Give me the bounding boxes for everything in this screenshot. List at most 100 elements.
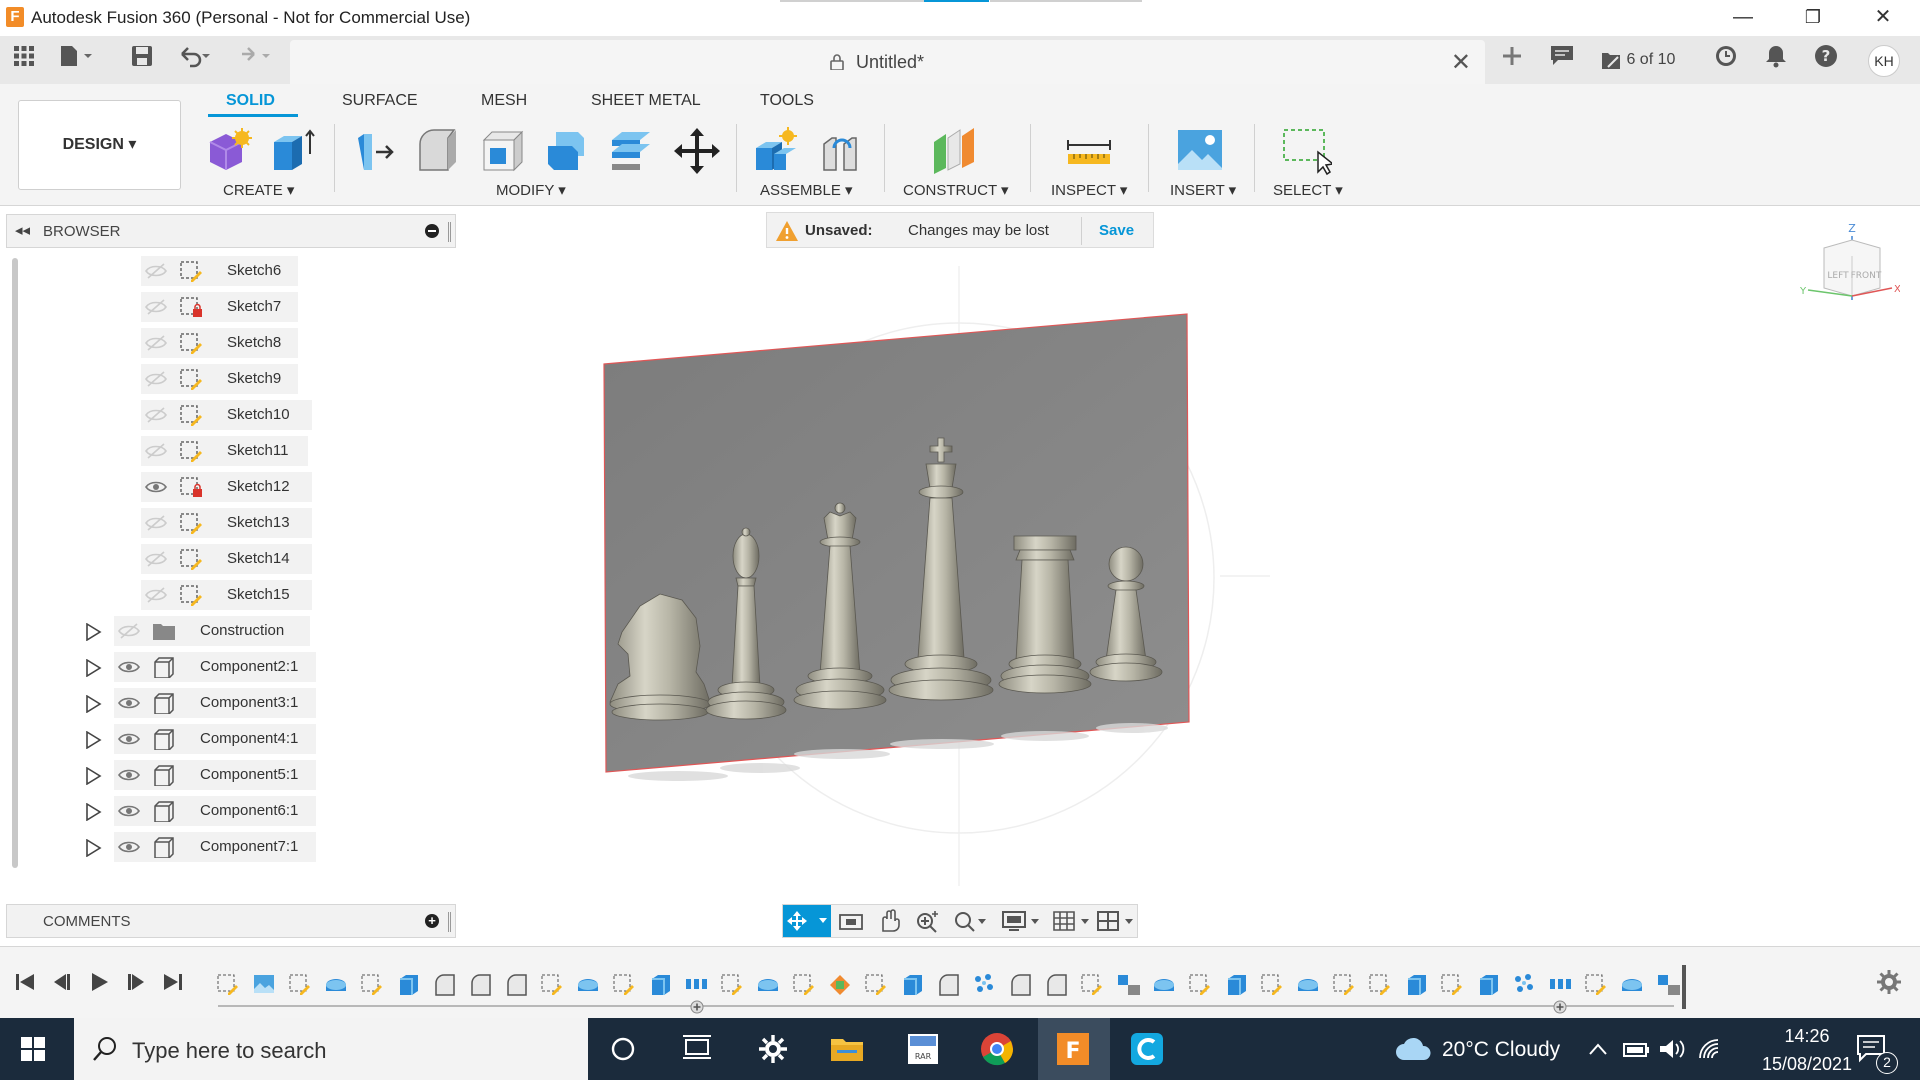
help-icon[interactable]: ?: [1810, 44, 1842, 76]
visibility-hidden-icon[interactable]: [145, 298, 167, 316]
visibility-hidden-icon[interactable]: [145, 334, 167, 352]
new-tab-plus-icon[interactable]: [1496, 44, 1528, 76]
new-component-assemble-icon[interactable]: [752, 126, 802, 176]
taskbar-search-box[interactable]: Type here to search: [74, 1018, 588, 1080]
wifi-icon[interactable]: [1696, 1038, 1722, 1060]
add-comment-button[interactable]: +: [425, 914, 439, 928]
cortana-circle-icon[interactable]: [604, 1030, 642, 1068]
visibility-visible-icon[interactable]: [118, 658, 140, 676]
battery-icon[interactable]: [1622, 1038, 1650, 1060]
cube-front-face[interactable]: FRONT: [1851, 271, 1882, 281]
timeline-features[interactable]: [214, 967, 1684, 1015]
tree-item-component2[interactable]: Component2:1: [114, 652, 316, 682]
cube-left-face[interactable]: LEFT: [1827, 271, 1849, 281]
chevron-up-icon[interactable]: [1588, 1040, 1608, 1058]
offset-face-icon[interactable]: [606, 126, 656, 176]
minimize-button[interactable]: —: [1720, 2, 1766, 32]
expand-triangle-icon[interactable]: [84, 623, 102, 641]
visibility-visible-icon[interactable]: [145, 478, 167, 496]
insert-group-label[interactable]: INSERT ▾: [1170, 181, 1236, 199]
pan-hand-icon[interactable]: [875, 909, 903, 933]
comments-chat-icon[interactable]: [1546, 44, 1578, 76]
user-avatar[interactable]: KH: [1868, 45, 1900, 77]
clock-history-icon[interactable]: [1710, 44, 1742, 76]
viewports-icon[interactable]: [1095, 909, 1135, 933]
restore-button[interactable]: ❐: [1790, 2, 1836, 32]
tree-item-sketch9[interactable]: Sketch9: [141, 364, 298, 394]
clock-date[interactable]: 15/08/2021: [1752, 1054, 1862, 1075]
fillet-icon[interactable]: [414, 126, 464, 176]
combine-icon[interactable]: [542, 126, 592, 176]
visibility-visible-icon[interactable]: [118, 802, 140, 820]
tree-item-component5[interactable]: Component5:1: [114, 760, 316, 790]
expand-triangle-icon[interactable]: [84, 731, 102, 749]
insert-image-icon[interactable]: [1176, 126, 1226, 176]
tab-tools[interactable]: TOOLS: [760, 92, 814, 110]
new-component-icon[interactable]: [204, 126, 254, 176]
browser-minimize-button[interactable]: [425, 224, 439, 238]
chrome-icon[interactable]: [978, 1030, 1016, 1068]
windows-start-icon[interactable]: [20, 1036, 46, 1062]
visibility-hidden-icon[interactable]: [145, 550, 167, 568]
tree-item-component3[interactable]: Component3:1: [114, 688, 316, 718]
visibility-hidden-icon[interactable]: [145, 406, 167, 424]
timeline-feature-icons[interactable]: [217, 974, 1680, 996]
comments-drag-handle[interactable]: [448, 912, 451, 932]
tree-item-sketch7[interactable]: Sketch7: [141, 292, 298, 322]
expand-triangle-icon[interactable]: [84, 695, 102, 713]
action-center-button[interactable]: 2: [1856, 1032, 1900, 1074]
view-cube[interactable]: Z LEFT FRONT X Y: [1800, 220, 1900, 320]
visibility-hidden-icon[interactable]: [118, 622, 140, 640]
visibility-hidden-icon[interactable]: [145, 586, 167, 604]
weather-label[interactable]: 20°C Cloudy: [1442, 1038, 1560, 1062]
window-select-icon[interactable]: [1282, 126, 1332, 176]
create-group-label[interactable]: CREATE ▾: [223, 181, 294, 199]
visibility-hidden-icon[interactable]: [145, 442, 167, 460]
task-view-icon[interactable]: [678, 1030, 716, 1068]
timeline-playhead[interactable]: [1682, 965, 1686, 1009]
save-icon[interactable]: [126, 44, 158, 76]
file-menu-icon[interactable]: [58, 44, 92, 76]
shell-icon[interactable]: [478, 126, 528, 176]
tab-sheet-metal[interactable]: SHEET METAL: [591, 92, 701, 110]
offset-plane-icon[interactable]: [930, 126, 980, 176]
joint-icon[interactable]: [816, 126, 866, 176]
tab-solid[interactable]: SOLID: [226, 92, 275, 110]
tree-item-sketch12[interactable]: Sketch12: [141, 472, 312, 502]
expand-triangle-icon[interactable]: [84, 839, 102, 857]
tree-item-sketch11[interactable]: Sketch11: [141, 436, 308, 466]
data-panel-grid-icon[interactable]: [8, 44, 40, 76]
winrar-icon[interactable]: RAR: [904, 1030, 942, 1068]
visibility-hidden-icon[interactable]: [145, 262, 167, 280]
display-settings-icon[interactable]: [1001, 909, 1041, 933]
tab-surface[interactable]: SURFACE: [342, 92, 418, 110]
tree-item-sketch15[interactable]: Sketch15: [141, 580, 312, 610]
cortex-app-icon[interactable]: [1128, 1030, 1166, 1068]
visibility-visible-icon[interactable]: [118, 838, 140, 856]
settings-gear-icon[interactable]: [754, 1030, 792, 1068]
visibility-hidden-icon[interactable]: [145, 514, 167, 532]
go-to-end-icon[interactable]: [160, 969, 186, 995]
clock-time[interactable]: 14:26: [1762, 1026, 1852, 1047]
browser-drag-handle[interactable]: [448, 222, 451, 242]
construct-group-label[interactable]: CONSTRUCT ▾: [903, 181, 1009, 199]
extrude-icon[interactable]: [266, 126, 316, 176]
document-tab[interactable]: Untitled* ✕: [290, 40, 1485, 84]
zoom-icon[interactable]: [913, 909, 941, 933]
visibility-hidden-icon[interactable]: [145, 370, 167, 388]
tree-item-sketch10[interactable]: Sketch10: [141, 400, 312, 430]
tree-item-sketch8[interactable]: Sketch8: [141, 328, 298, 358]
tree-item-component4[interactable]: Component4:1: [114, 724, 316, 754]
inspect-group-label[interactable]: INSPECT ▾: [1051, 181, 1127, 199]
tree-item-construction[interactable]: Construction: [114, 616, 310, 646]
expand-triangle-icon[interactable]: [84, 767, 102, 785]
timeline-group-marker-icon[interactable]: [690, 1000, 704, 1014]
browser-scrollbar[interactable]: [12, 258, 18, 868]
notifications-bell-icon[interactable]: [1760, 44, 1792, 76]
tree-item-component6[interactable]: Component6:1: [114, 796, 316, 826]
tab-mesh[interactable]: MESH: [481, 92, 527, 110]
undo-icon[interactable]: [176, 44, 210, 76]
3d-viewport-canvas[interactable]: [460, 206, 1920, 946]
tree-item-component7[interactable]: Component7:1: [114, 832, 316, 862]
step-forward-icon[interactable]: [124, 969, 150, 995]
